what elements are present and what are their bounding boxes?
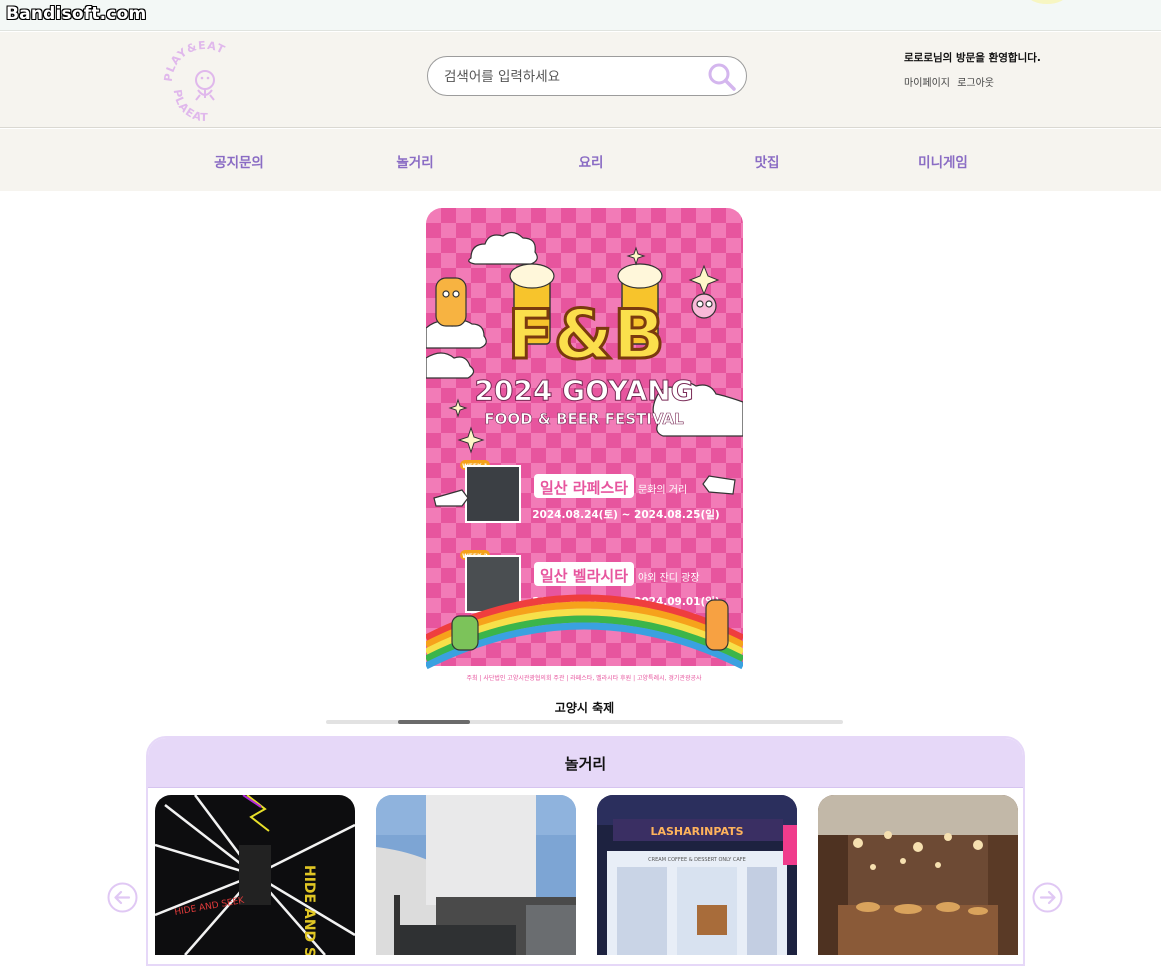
svg-text:PLAY&EAT: PLAY&EAT	[162, 40, 228, 82]
decorative-moon	[1028, 0, 1066, 4]
week2-place: 일산 벨라시타	[540, 567, 628, 585]
card1-neon-sign-2: HIDE AND SEEK	[301, 865, 317, 955]
main-nav: 공지문의 놀거리 요리 맛집 미니게임	[0, 129, 1161, 191]
user-links: 마이페이지 로그아웃	[904, 74, 998, 89]
poster-subtitle: FOOD & BEER FESTIVAL	[484, 410, 684, 428]
nav-item-play[interactable]: 놀거리	[365, 151, 465, 171]
mypage-link[interactable]: 마이페이지	[904, 78, 950, 89]
week2-place-sub: 야외 잔디 광장	[638, 572, 700, 584]
banner-slider-thumb[interactable]	[398, 720, 470, 724]
search-bar	[427, 56, 747, 96]
next-arrow-icon[interactable]	[1032, 882, 1063, 913]
play-card-4[interactable]	[818, 795, 1018, 955]
play-card-2[interactable]	[376, 795, 576, 955]
section-title: 놀거리	[564, 755, 607, 773]
card3-cafe-subsign: CREAM COFFEE & DESSERT ONLY CAFE	[648, 857, 746, 863]
banner-caption: 고양시 축제	[554, 701, 615, 715]
recorder-strip: Bandisoft.com	[0, 0, 1161, 31]
play-card-3[interactable]: LASHARINPATS CREAM COFFEE & DESSERT ONLY…	[597, 795, 797, 955]
week1-date: 2024.08.24(토) ~ 2024.08.25(일)	[532, 508, 719, 521]
nav-item-minigame[interactable]: 미니게임	[893, 151, 993, 171]
site-logo[interactable]: PLAY&EAT PLAEAT	[160, 40, 250, 124]
week1-place-sub: 문화의 거리	[638, 484, 687, 496]
week1-place: 일산 라페스타	[540, 479, 628, 497]
festival-poster[interactable]: F&B 2024 GOYANG FOOD & BEER FESTIVAL WEE…	[426, 208, 743, 686]
nav-item-cooking[interactable]: 요리	[541, 151, 641, 171]
poster-logo: F&B	[507, 296, 665, 375]
nav-item-restaurants[interactable]: 맛집	[717, 151, 817, 171]
poster-title: 2024 GOYANG	[474, 374, 693, 407]
poster-footer: 주최 | 사단법인 고양시관광협의회 주관 | 라페스타, 벨라시타 후원 | …	[466, 674, 702, 682]
logo-text-top: PLAY&EAT	[162, 40, 227, 82]
search-icon[interactable]	[706, 61, 738, 93]
play-card-1[interactable]: HIDE AND SEEK HIDE AND SEEK	[155, 795, 355, 955]
search-input[interactable]	[444, 66, 694, 88]
section-header: 놀거리	[148, 738, 1023, 788]
card3-cafe-sign: LASHARINPATS	[650, 825, 743, 838]
watermark-text: Bandisoft.com	[6, 4, 147, 24]
banner-slider-track[interactable]	[326, 720, 843, 724]
logout-link[interactable]: 로그아웃	[957, 78, 994, 89]
nav-item-notice[interactable]: 공지문의	[189, 151, 289, 171]
play-section: 놀거리 HIDE AND SEEK HIDE AND SEEK LASHARIN…	[146, 736, 1025, 966]
site-header: PLAY&EAT PLAEAT 로로로님의 방문을 환영합니다. 마이페이지 로…	[0, 32, 1161, 128]
prev-arrow-icon[interactable]	[107, 882, 138, 913]
welcome-message: 로로로님의 방문을 환영합니다.	[904, 52, 1041, 64]
